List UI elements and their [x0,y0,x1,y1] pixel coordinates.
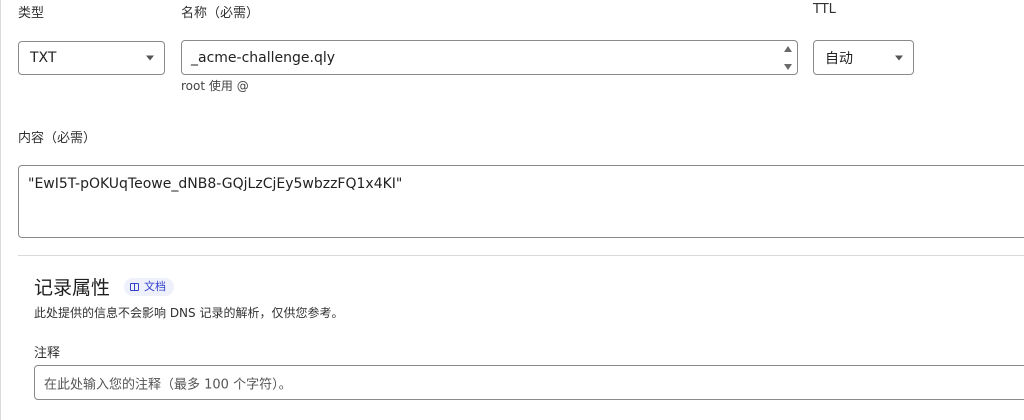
spin-up-icon[interactable] [784,46,792,52]
name-hint: root 使用 @ [181,79,249,93]
name-label: 名称（必需） [181,6,260,21]
dns-record-form: 类型 TXT 名称（必需） _acme-challenge.qly root 使… [0,0,1024,420]
chevron-down-icon [146,55,154,61]
section-divider [18,255,1024,256]
spin-down-icon[interactable] [784,64,792,70]
docs-link[interactable]: 文档 [124,278,174,296]
name-input[interactable]: _acme-challenge.qly [181,40,798,75]
type-select-value: TXT [30,50,57,66]
ttl-select[interactable]: 自动 [813,40,914,75]
type-select[interactable]: TXT [18,41,165,75]
panel-left-border [0,0,1,420]
comment-input-placeholder: 在此处输入您的注释（最多 100 个字符）。 [44,377,292,392]
book-icon [130,283,139,291]
content-textarea[interactable]: "EwI5T-pOKUqTeowe_dNB8-GQjLzCjEy5wbzzFQ1… [18,165,1024,238]
spinner-icon[interactable] [781,43,795,73]
comment-input[interactable]: 在此处输入您的注释（最多 100 个字符）。 [34,365,1024,400]
type-label: 类型 [18,6,45,21]
chevron-down-icon [895,55,903,60]
record-attributes-description: 此处提供的信息不会影响 DNS 记录的解析，仅供您参考。 [34,306,344,320]
ttl-select-value: 自动 [825,50,853,67]
comment-label: 注释 [34,346,61,361]
content-label: 内容（必需） [18,131,97,146]
content-textarea-value: "EwI5T-pOKUqTeowe_dNB8-GQjLzCjEy5wbzzFQ1… [28,176,403,192]
name-input-value: _acme-challenge.qly [191,49,336,66]
docs-link-label: 文档 [144,280,166,293]
record-attributes-title: 记录属性 [34,277,111,299]
ttl-label: TTL [813,2,836,17]
